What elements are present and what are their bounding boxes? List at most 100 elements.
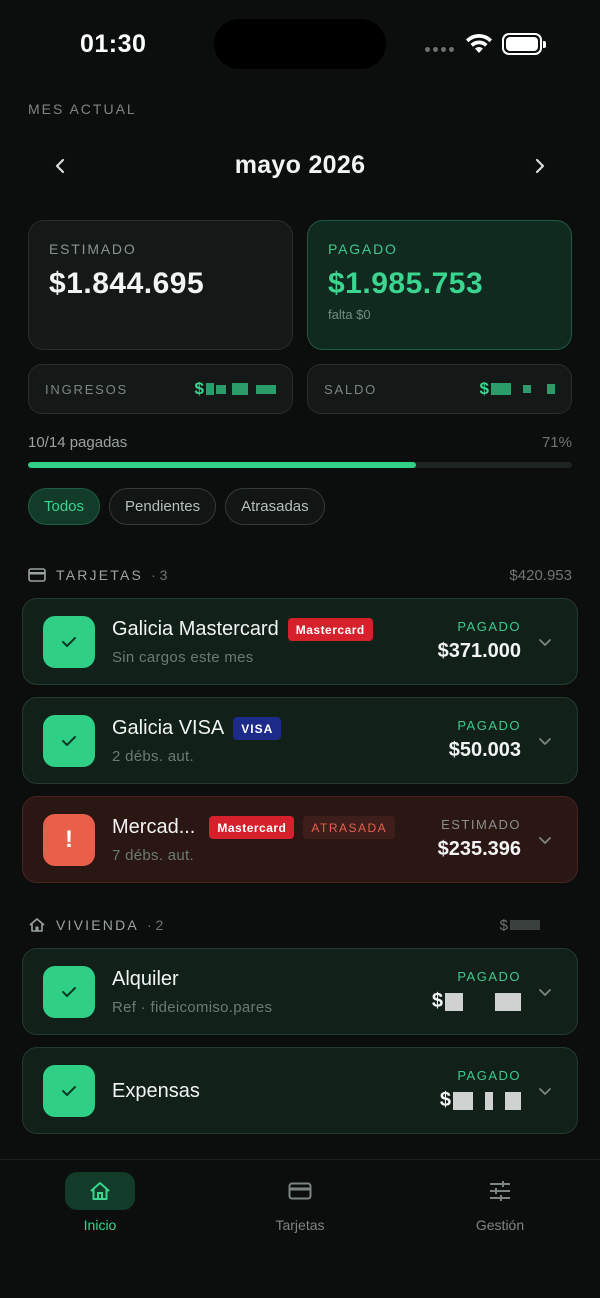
payment-card-alquiler[interactable]: Alquiler Ref · fideicomiso.pares PAGADO … [22, 948, 578, 1035]
payment-amount: $235.396 [437, 838, 521, 860]
month-navigator: mayo 2026 [0, 140, 600, 192]
wifi-icon [466, 33, 492, 53]
group-total: $420.953 [509, 566, 572, 584]
overdue-alert: ! [43, 814, 95, 866]
estimated-card: ESTIMADO $1.844.695 [28, 220, 293, 350]
check-icon [62, 637, 76, 647]
card-subtitle: Ref · fideicomiso.pares [112, 999, 273, 1016]
progress-bar-fill [28, 462, 417, 468]
redacted-pixels [256, 384, 276, 394]
card-name: Mercad... [112, 816, 196, 838]
payment-status: PAGADO [457, 969, 521, 984]
group-count: · 3 [151, 567, 168, 583]
chevron-down-icon[interactable] [537, 733, 553, 749]
credit-card-icon [28, 568, 46, 582]
progress-percent: 71% [541, 434, 572, 451]
network-badge: Mastercard [209, 816, 295, 839]
payment-card-galicia-visa[interactable]: Galicia VISA VISA 2 débs. aut. PAGADO $5… [22, 697, 578, 784]
payment-card-galicia-mastercard[interactable]: Galicia Mastercard Mastercard Sin cargos… [22, 598, 578, 685]
bottom-navigation: Inicio Tarjetas Gestión [0, 1159, 600, 1298]
check-icon [62, 736, 76, 746]
payment-amount: $371.000 [437, 640, 521, 662]
redacted-pixels [523, 385, 531, 393]
progress-label: 10/14 pagadas [28, 434, 128, 451]
card-name: Galicia Mastercard [112, 618, 279, 640]
check-icon [62, 1086, 76, 1096]
payment-status: PAGADO [457, 619, 521, 634]
income-card: INGRESOS $ [28, 364, 293, 414]
redacted-pixels [232, 383, 248, 395]
network-badge: VISA [233, 717, 282, 740]
chevron-down-icon[interactable] [537, 1083, 553, 1099]
payment-status: PAGADO [457, 718, 521, 733]
balance-value-prefix: $ [479, 379, 489, 398]
redacted-pixels [445, 992, 463, 1011]
battery-icon [502, 33, 546, 55]
chevron-down-icon[interactable] [537, 634, 553, 650]
nav-label: Tarjetas [275, 1217, 325, 1233]
next-month-button[interactable] [526, 152, 554, 180]
payment-amount: $ [440, 1089, 521, 1112]
progress-row: 10/14 pagadas 71% [28, 434, 572, 451]
balance-card: SALDO $ [307, 364, 572, 414]
nav-label: Inicio [83, 1217, 117, 1233]
paid-check [43, 966, 95, 1018]
redacted-pixels [453, 1091, 473, 1110]
status-bar: 01:30 [0, 0, 600, 90]
home-icon [90, 1182, 110, 1200]
income-value-prefix: $ [194, 379, 204, 398]
cellular-signal-icon [425, 47, 454, 52]
paid-remaining: falta $0 [328, 307, 371, 322]
nav-tab-tarjetas[interactable]: Tarjetas [220, 1172, 380, 1233]
overdue-badge: ATRASADA [303, 816, 396, 839]
income-value: $ [195, 379, 276, 399]
redacted-pixels [216, 384, 226, 394]
paid-check [43, 616, 95, 668]
section-label: MES ACTUAL [28, 101, 137, 117]
group-total: $ [500, 917, 540, 934]
nav-tab-gestion[interactable]: Gestión [420, 1172, 580, 1233]
amount-prefix: $ [439, 1089, 451, 1111]
payment-amount: $50.003 [448, 739, 521, 761]
nav-tab-inicio[interactable]: Inicio [20, 1172, 180, 1233]
card-name: Galicia VISA [112, 717, 225, 739]
credit-card-icon [288, 1182, 312, 1200]
filter-chip-todos[interactable]: Todos [28, 488, 101, 525]
home-icon [29, 918, 45, 932]
redacted-pixels [206, 383, 214, 395]
balance-label: SALDO [324, 381, 378, 397]
card-subtitle: Sin cargos este mes [112, 649, 254, 666]
card-name: Expensas [112, 1080, 200, 1102]
chevron-right-icon [535, 158, 545, 174]
dynamic-island [214, 19, 386, 69]
group-header-tarjetas: TARJETAS · 3 $420.953 [28, 563, 572, 587]
chevron-down-icon[interactable] [537, 984, 553, 1000]
group-count: · 2 [146, 917, 164, 933]
income-label: INGRESOS [45, 381, 129, 397]
group-header-vivienda: VIVIENDA · 2 $ [28, 913, 572, 937]
exclamation-icon: ! [65, 826, 73, 853]
filter-chip-atrasadas[interactable]: Atrasadas [225, 488, 325, 525]
paid-value: $1.985.753 [328, 267, 484, 300]
payment-status: PAGADO [457, 1068, 521, 1083]
paid-check [43, 715, 95, 767]
nav-label: Gestión [475, 1217, 525, 1233]
chevron-down-icon[interactable] [537, 832, 553, 848]
card-name: Alquiler [112, 968, 179, 990]
filter-chip-pendientes[interactable]: Pendientes [109, 488, 217, 525]
redacted-pixels [495, 992, 521, 1011]
group-title: VIVIENDA [56, 917, 139, 933]
month-title: mayo 2026 [234, 151, 366, 179]
redacted-pixels [485, 1091, 493, 1110]
group-title: TARJETAS [56, 567, 144, 583]
balance-value: $ [480, 379, 555, 399]
payment-card-mercado[interactable]: ! Mercad... Mastercard ATRASADA 7 débs. … [22, 796, 578, 883]
paid-card: PAGADO $1.985.753 falta $0 [307, 220, 572, 350]
redacted-pixels [505, 1091, 521, 1110]
payment-card-expensas[interactable]: Expensas PAGADO $ [22, 1047, 578, 1134]
filter-chips: Todos Pendientes Atrasadas [28, 488, 325, 525]
amount-prefix: $ [431, 990, 443, 1012]
check-icon [62, 987, 76, 997]
group-total-prefix: $ [499, 916, 508, 934]
redacted-pixels [491, 383, 511, 395]
